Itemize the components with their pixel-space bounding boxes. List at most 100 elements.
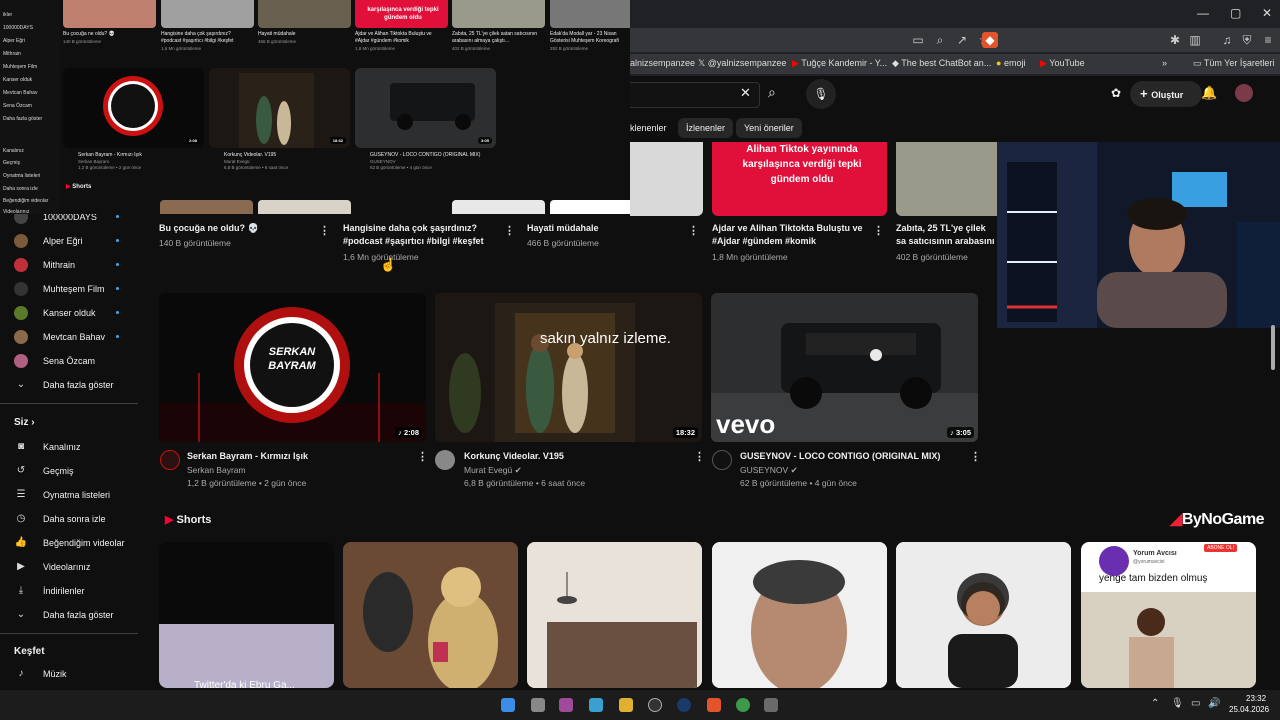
bookmark-item[interactable]: ● emoji [996,58,1025,68]
sidebar-item-subscription[interactable]: Mithrain [0,253,140,277]
all-bookmarks[interactable]: ▭ Tüm Yer İşaretleri [1193,58,1274,69]
extensions-icon[interactable]: ✱ [1167,32,1183,48]
brave-shield-icon[interactable]: ◆ [982,32,998,48]
video-thumbnail[interactable]: sakın yalnız izleme. 18:32 [435,293,702,442]
zoom-icon[interactable]: ⌕ [932,32,948,48]
photos-icon[interactable] [589,698,603,712]
volume-icon[interactable]: 🔊 [1208,698,1220,709]
minimize-icon[interactable]: — [1197,6,1209,20]
video-thumbnail[interactable]: vevo ♪ 3:05 [711,293,978,442]
task-view-icon[interactable] [531,698,545,712]
snipping-tool-icon[interactable] [559,698,573,712]
media-icon[interactable]: ♫ [1219,32,1235,48]
bookmarks-overflow-icon[interactable]: » [1162,58,1167,68]
video-title[interactable]: Serkan Bayram - Kırmızı Işık [187,450,407,463]
chrome-icon[interactable] [736,698,750,712]
vpn-icon[interactable]: ⛨ [1239,32,1255,48]
overlay-thumbnail [452,0,545,28]
thumbs-up-icon: 👍 [14,537,28,548]
steam-icon[interactable] [677,698,691,712]
sidebar-icon[interactable]: ▥ [1187,32,1203,48]
avatar[interactable] [1235,84,1253,102]
video-thumbnail[interactable] [630,142,703,216]
more-options-icon[interactable]: ⋮ [688,224,699,237]
video-title[interactable]: Bu çocuğa ne oldu? 💀 [159,222,309,235]
clock-time[interactable]: 23:32 [1246,694,1266,703]
video-title[interactable]: Zabıta, 25 TL'ye çilek sa satıcısının ar… [896,222,996,248]
sidebar-item-liked[interactable]: 👍 Beğendiğim videolar [0,531,140,555]
clear-search-icon[interactable]: ✕ [740,85,751,101]
channel-avatar[interactable] [435,450,455,470]
video-thumbnail[interactable]: Alihan Tiktok yayınında karşılaşınca ver… [712,142,887,216]
sidebar-show-more[interactable]: ⌄ Daha fazla göster [0,373,140,397]
network-icon[interactable]: ▭ [1191,698,1200,709]
maximize-icon[interactable]: ▢ [1230,6,1241,20]
video-thumbnail[interactable]: SERKAN BAYRAM ♪ 2:08 [159,293,426,442]
cast-icon[interactable]: ▭ [910,32,926,48]
sidebar-you-heading[interactable]: Siz › [14,417,35,428]
media-player-icon[interactable] [764,698,778,712]
video-title[interactable]: GUSEYNOV - LOCO CONTIGO (ORIGINAL MIX) [740,450,965,463]
brave-icon[interactable] [707,698,721,712]
sidebar-item-history[interactable]: ↺ Geçmiş [0,459,140,483]
sidebar-item-subscription[interactable]: Sena Özcam [0,349,140,373]
sidebar-item-channel[interactable]: ◙ Kanalınız [0,435,140,459]
sidebar-item-watch-later[interactable]: ◷ Daha sonra izle [0,507,140,531]
close-window-icon[interactable]: ✕ [1262,6,1272,20]
channel-name[interactable]: GUSEYNOV ✔ [740,464,798,476]
clock-date[interactable]: 25.04.2026 [1229,705,1269,714]
sidebar-item-subscription[interactable]: Alper Eğri [0,229,140,253]
menu-icon[interactable]: ≡ [1260,32,1276,48]
share-icon[interactable]: ↗ [954,32,970,48]
channel-name[interactable]: Serkan Bayram [187,464,246,476]
video-title[interactable]: Ajdar ve Alihan Tiktokta Buluştu ve #Ajd… [712,222,867,248]
sidebar-item-playlists[interactable]: ☰ Oynatma listeleri [0,483,140,507]
start-icon[interactable] [501,698,515,712]
file-explorer-icon[interactable] [619,698,633,712]
sidebar-show-more[interactable]: ⌄ Daha fazla göster [0,603,140,627]
overlay-meta: Murat Evegü [224,159,250,164]
page-scrollbar[interactable] [1271,325,1275,370]
search-icon[interactable]: ⌕ [768,84,776,101]
video-title[interactable]: Hayati müdahale [527,222,677,235]
more-options-icon[interactable]: ⋮ [319,224,330,237]
short-thumbnail[interactable] [527,542,702,688]
download-icon: ⤓ [18,585,24,596]
channel-avatar[interactable] [160,450,180,470]
short-thumbnail[interactable] [343,542,518,688]
more-options-icon[interactable]: ⋮ [504,224,515,237]
mic-icon[interactable]: 🎙 [806,79,836,109]
bookmark-item[interactable]: ▶ YouTube [1040,58,1085,69]
sidebar-item-your-videos[interactable]: ▶ Videolarınız [0,555,140,579]
obs-icon[interactable] [648,698,662,712]
sidebar-item-subscription[interactable]: Kanser olduk [0,301,140,325]
tray-chevron-icon[interactable]: ⌃ [1151,698,1159,709]
channel-name[interactable]: Murat Evegü ✔ [464,464,522,476]
extension-icon[interactable]: ✿ [1111,86,1121,100]
short-thumbnail[interactable] [712,542,887,688]
bookmark-item[interactable]: alnizsempanzee [630,58,695,68]
more-options-icon[interactable]: ⋮ [417,450,428,463]
bookmark-item[interactable]: ◆ The best ChatBot an... [892,58,991,69]
channel-avatar[interactable] [712,450,732,470]
bookmark-item[interactable]: ▶ Tuğçe Kandemir - Y... [792,58,887,69]
short-thumbnail[interactable]: Twitter'da ki Ebru Ga... [159,542,334,688]
bookmark-item[interactable]: 𝕏 @yalnizsempanzee [698,58,786,69]
short-thumbnail[interactable]: Yorum Avcısı @yorumavcisi ABONE OL! yeng… [1081,542,1256,688]
more-options-icon[interactable]: ⋮ [970,450,981,463]
short-thumbnail[interactable] [896,542,1071,688]
more-options-icon[interactable]: ⋮ [873,224,884,237]
sidebar-item-subscription[interactable]: Muhteşem Film [0,277,140,301]
create-button[interactable]: + Oluştur [1130,81,1202,107]
notifications-icon[interactable]: 🔔 [1201,85,1217,101]
video-thumbnail[interactable] [896,142,997,216]
chip[interactable]: İzlenenler [678,118,734,138]
video-title[interactable]: Korkunç Videolar. V195 [464,450,684,463]
sidebar-item-music[interactable]: ♪ Müzik [0,662,140,686]
sidebar-item-subscription[interactable]: Mevtcan Bahav [0,325,140,349]
mic-icon[interactable]: 🎙 [1171,698,1184,709]
sidebar-item-downloads[interactable]: ⤓ İndirilenler [0,579,140,603]
chip[interactable]: Yeni öneriler [736,118,802,138]
video-title[interactable]: Hangisine daha çok şaşırdınız? #podcast … [343,222,503,248]
more-options-icon[interactable]: ⋮ [694,450,705,463]
